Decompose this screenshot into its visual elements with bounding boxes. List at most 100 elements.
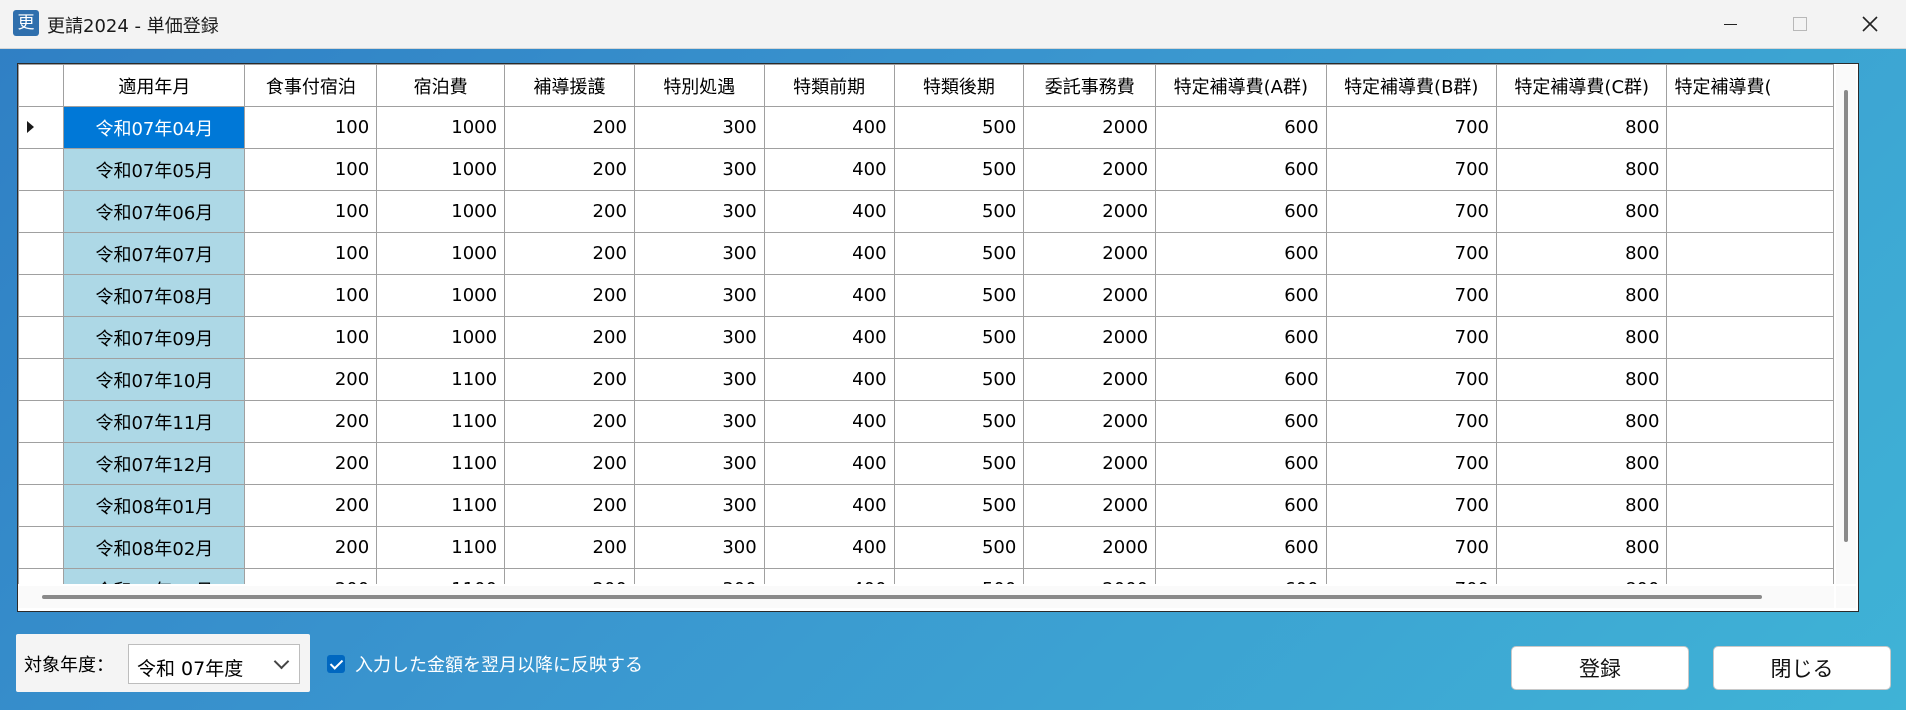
price-cell[interactable]: 600	[1155, 316, 1327, 359]
price-cell[interactable]: 500	[893, 148, 1025, 191]
price-cell[interactable]: 1100	[376, 526, 506, 569]
price-cell[interactable]: 100	[244, 190, 378, 233]
price-cell[interactable]: 1100	[376, 484, 506, 527]
price-cell[interactable]: 800	[1495, 316, 1668, 359]
price-cell[interactable]: 600	[1155, 400, 1327, 443]
price-cell[interactable]: 500	[893, 484, 1025, 527]
price-cell[interactable]: 500	[893, 232, 1025, 275]
price-cell[interactable]: 300	[633, 232, 765, 275]
price-cell[interactable]	[1666, 400, 1834, 443]
price-cell[interactable]: 600	[1155, 442, 1327, 485]
horizontal-scroll-thumb[interactable]	[42, 595, 1762, 599]
price-cell[interactable]: 300	[633, 190, 765, 233]
price-cell[interactable]: 800	[1495, 190, 1668, 233]
price-cell[interactable]: 300	[633, 442, 765, 485]
price-cell[interactable]: 200	[504, 316, 635, 359]
price-cell[interactable]: 600	[1155, 232, 1327, 275]
price-cell[interactable]: 500	[893, 106, 1025, 149]
price-cell[interactable]: 2000	[1023, 358, 1157, 401]
maximize-button[interactable]	[1765, 0, 1835, 48]
price-cell[interactable]: 600	[1155, 526, 1327, 569]
price-cell[interactable]: 100	[244, 106, 378, 149]
price-cell[interactable]: 400	[763, 358, 895, 401]
column-header[interactable]: 特別処遇	[633, 64, 765, 107]
price-cell[interactable]: 200	[504, 484, 635, 527]
price-cell[interactable]	[1666, 190, 1834, 233]
price-cell[interactable]: 1000	[376, 106, 506, 149]
price-cell[interactable]: 1100	[376, 400, 506, 443]
price-cell[interactable]: 2000	[1023, 274, 1157, 317]
price-cell[interactable]: 800	[1495, 484, 1668, 527]
price-cell[interactable]	[1666, 442, 1834, 485]
price-cell[interactable]: 2000	[1023, 106, 1157, 149]
price-cell[interactable]: 800	[1495, 232, 1668, 275]
row-header[interactable]	[18, 190, 65, 233]
apply-month-cell[interactable]: 令和07年11月	[63, 400, 246, 443]
price-cell[interactable]: 500	[893, 358, 1025, 401]
price-cell[interactable]: 800	[1495, 274, 1668, 317]
price-cell[interactable]	[1666, 526, 1834, 569]
row-header[interactable]	[18, 526, 65, 569]
close-window-button[interactable]	[1835, 0, 1905, 48]
column-header[interactable]: 特類後期	[893, 64, 1025, 107]
row-header[interactable]	[18, 106, 65, 149]
price-cell[interactable]: 1100	[376, 568, 506, 584]
price-cell[interactable]: 100	[244, 148, 378, 191]
price-cell[interactable]: 500	[893, 568, 1025, 584]
apply-month-cell[interactable]: 令和07年07月	[63, 232, 246, 275]
reflect-checkbox[interactable]	[327, 655, 345, 673]
year-dropdown[interactable]: 令和 07年度	[128, 644, 300, 684]
price-cell[interactable]: 200	[244, 568, 378, 584]
price-cell[interactable]: 300	[633, 568, 765, 584]
price-cell[interactable]: 200	[244, 442, 378, 485]
price-cell[interactable]	[1666, 316, 1834, 359]
table-row[interactable]: 令和08年02月 200 1100 200 300 400 500 2000 600 700 800	[18, 526, 1834, 569]
price-cell[interactable]: 2000	[1023, 526, 1157, 569]
price-cell[interactable]	[1666, 274, 1834, 317]
price-cell[interactable]: 200	[504, 190, 635, 233]
price-cell[interactable]: 700	[1325, 190, 1498, 233]
column-header[interactable]: 特類前期	[763, 64, 895, 107]
price-cell[interactable]: 2000	[1023, 316, 1157, 359]
row-header[interactable]	[18, 316, 65, 359]
price-cell[interactable]: 1000	[376, 148, 506, 191]
price-cell[interactable]: 300	[633, 274, 765, 317]
column-header[interactable]: 委託事務費	[1023, 64, 1157, 107]
price-cell[interactable]: 200	[244, 484, 378, 527]
price-cell[interactable]: 2000	[1023, 232, 1157, 275]
register-button[interactable]: 登録	[1511, 646, 1689, 690]
price-cell[interactable]: 400	[763, 274, 895, 317]
apply-month-cell[interactable]: 令和07年09月	[63, 316, 246, 359]
column-header[interactable]: 特定補導費(	[1666, 64, 1834, 107]
column-header[interactable]: 特定補導費(C群)	[1495, 64, 1668, 107]
table-row[interactable]: 令和08年03月20011002003004005002000600700800	[18, 568, 1834, 584]
table-row[interactable]: 令和07年11月 200 1100 200 300 400 500 2000 600 700 800	[18, 400, 1834, 443]
price-cell[interactable]: 700	[1325, 274, 1498, 317]
price-cell[interactable]: 700	[1325, 232, 1498, 275]
price-cell[interactable]: 2000	[1023, 442, 1157, 485]
price-cell[interactable]: 300	[633, 106, 765, 149]
price-cell[interactable]: 800	[1495, 526, 1668, 569]
row-header[interactable]	[18, 232, 65, 275]
row-header[interactable]	[18, 148, 65, 191]
column-header[interactable]: 食事付宿泊	[244, 64, 378, 107]
price-cell[interactable]: 200	[504, 232, 635, 275]
minimize-button[interactable]	[1695, 0, 1765, 48]
price-cell[interactable]: 700	[1325, 526, 1498, 569]
apply-month-cell[interactable]: 令和07年06月	[63, 190, 246, 233]
price-cell[interactable]: 500	[893, 400, 1025, 443]
row-header[interactable]	[18, 568, 65, 584]
price-cell[interactable]: 200	[244, 358, 378, 401]
price-cell[interactable]: 1000	[376, 190, 506, 233]
price-cell[interactable]: 800	[1495, 106, 1668, 149]
table-row[interactable]: 令和07年05月 100 1000 200 300 400 500 2000 600 700 800	[18, 148, 1834, 191]
price-cell[interactable]: 400	[763, 442, 895, 485]
table-row[interactable]: 令和07年09月 100 1000 200 300 400 500 2000 600 700 800	[18, 316, 1834, 359]
price-cell[interactable]: 500	[893, 442, 1025, 485]
apply-month-cell[interactable]: 令和07年05月	[63, 148, 246, 191]
price-cell[interactable]: 200	[244, 526, 378, 569]
apply-month-cell[interactable]: 令和08年02月	[63, 526, 246, 569]
price-cell[interactable]: 200	[504, 274, 635, 317]
price-cell[interactable]: 300	[633, 400, 765, 443]
price-cell[interactable]: 800	[1495, 568, 1668, 584]
